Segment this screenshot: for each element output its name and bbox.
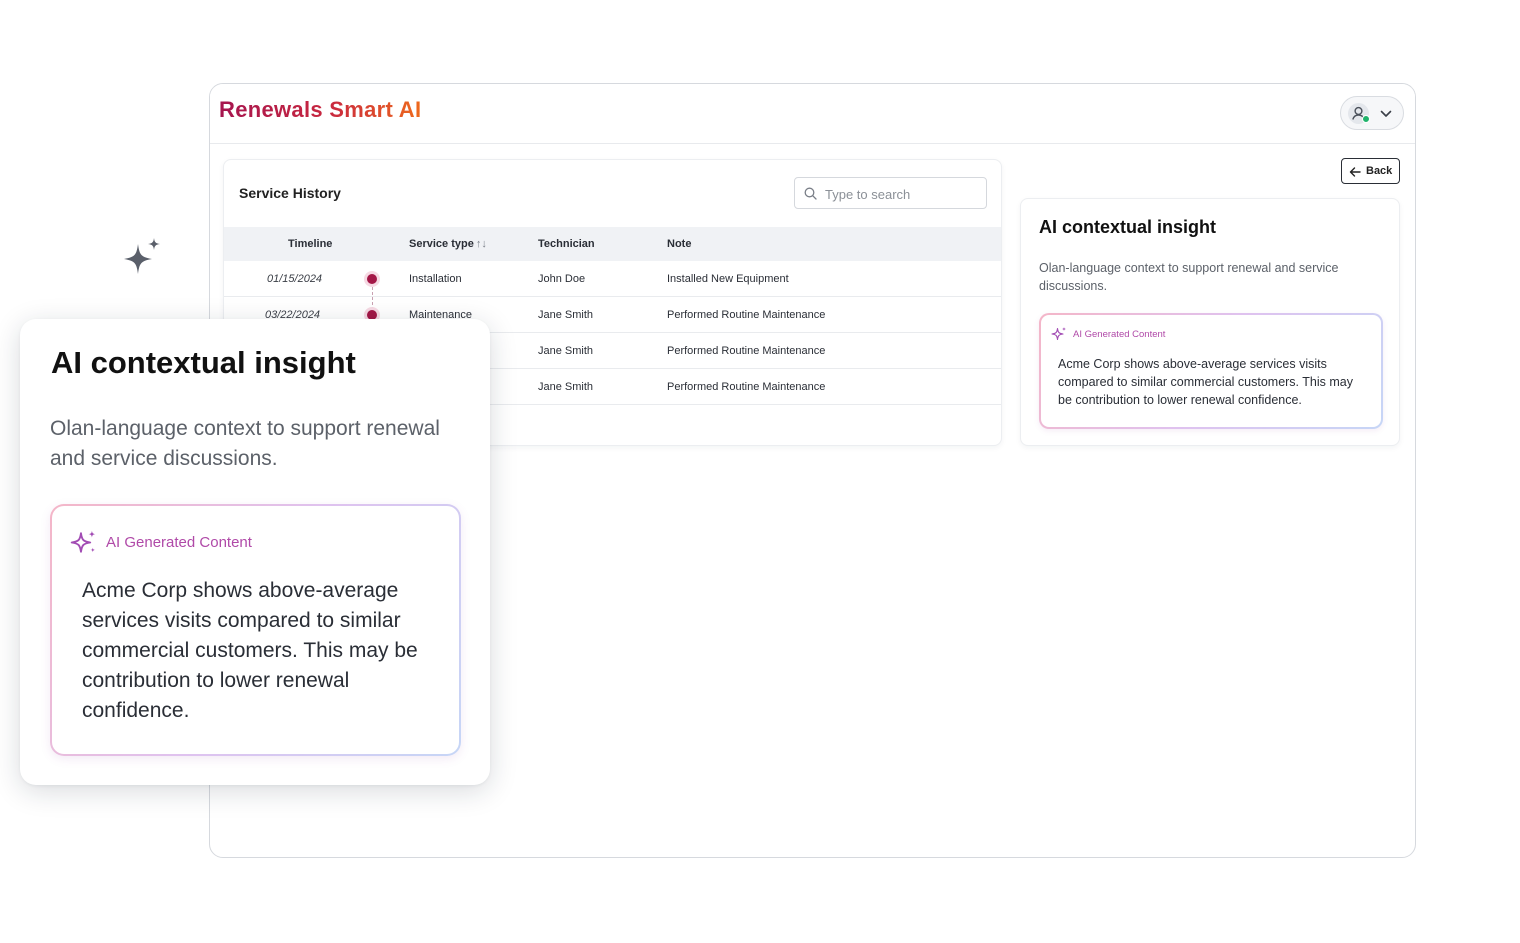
table-header: Timeline Service type ↑↓ Technician Note — [224, 227, 1001, 261]
sort-icon[interactable]: ↑↓ — [476, 238, 487, 250]
zoom-ai-generated-content-box: AI Generated Content Acme Corp shows abo… — [50, 504, 461, 756]
ai-generated-text: Acme Corp shows above-average services v… — [1058, 357, 1353, 407]
column-header-timeline[interactable]: Timeline — [288, 238, 332, 250]
user-menu-button[interactable] — [1340, 96, 1404, 130]
ai-generated-label: AI Generated Content — [1073, 329, 1166, 340]
zoom-insight-title: AI contextual insight — [51, 345, 356, 380]
timeline-dot — [367, 274, 377, 284]
row-technician: Jane Smith — [538, 309, 594, 321]
row-note: Installed New Equipment — [667, 273, 789, 285]
brand-logo: Renewals Smart AI — [219, 97, 422, 122]
column-header-note[interactable]: Note — [667, 238, 691, 250]
ai-sparkle-icon — [1051, 327, 1066, 341]
back-button[interactable]: Back — [1341, 158, 1400, 184]
row-technician: Jane Smith — [538, 345, 594, 357]
app-header: Renewals Smart AI — [210, 84, 1415, 144]
column-header-service-type-label: Service type — [409, 238, 474, 250]
row-note: Performed Routine Maintenance — [667, 381, 826, 393]
ai-sparkle-icon — [70, 530, 96, 553]
arrow-left-icon — [1349, 167, 1361, 177]
ai-insight-card: AI contextual insight Olan-language cont… — [1020, 198, 1400, 446]
search-input[interactable] — [825, 184, 980, 204]
zoom-ai-generated-label: AI Generated Content — [106, 534, 252, 551]
row-service-type: Installation — [409, 273, 462, 285]
table-row[interactable]: 01/15/2024 Installation John Doe Install… — [224, 261, 1001, 315]
insight-title: AI contextual insight — [1039, 217, 1217, 237]
row-date: 01/15/2024 — [267, 273, 323, 285]
search-box[interactable] — [794, 177, 987, 209]
back-button-label: Back — [1366, 165, 1393, 177]
chevron-down-icon — [1380, 110, 1392, 117]
zoom-insight-subtitle: Olan-language context to support renewal… — [50, 417, 440, 470]
ai-generated-content-box: AI Generated Content Acme Corp shows abo… — [1039, 313, 1383, 429]
column-header-technician[interactable]: Technician — [538, 238, 595, 250]
row-technician: Jane Smith — [538, 381, 594, 393]
search-icon — [804, 187, 817, 200]
column-header-service-type[interactable]: Service type ↑↓ — [409, 238, 487, 250]
row-note: Performed Routine Maintenance — [667, 345, 826, 357]
online-status-dot — [1362, 115, 1370, 123]
sparkle-decoration-icon — [124, 238, 160, 274]
insight-subtitle: Olan-language context to support renewal… — [1039, 261, 1339, 293]
zoom-ai-generated-text: Acme Corp shows above-average services v… — [82, 579, 418, 722]
service-history-title: Service History — [239, 185, 341, 201]
ai-insight-zoom-panel: AI contextual insight Olan-language cont… — [20, 319, 490, 785]
row-note: Performed Routine Maintenance — [667, 309, 826, 321]
row-technician: John Doe — [538, 273, 586, 285]
